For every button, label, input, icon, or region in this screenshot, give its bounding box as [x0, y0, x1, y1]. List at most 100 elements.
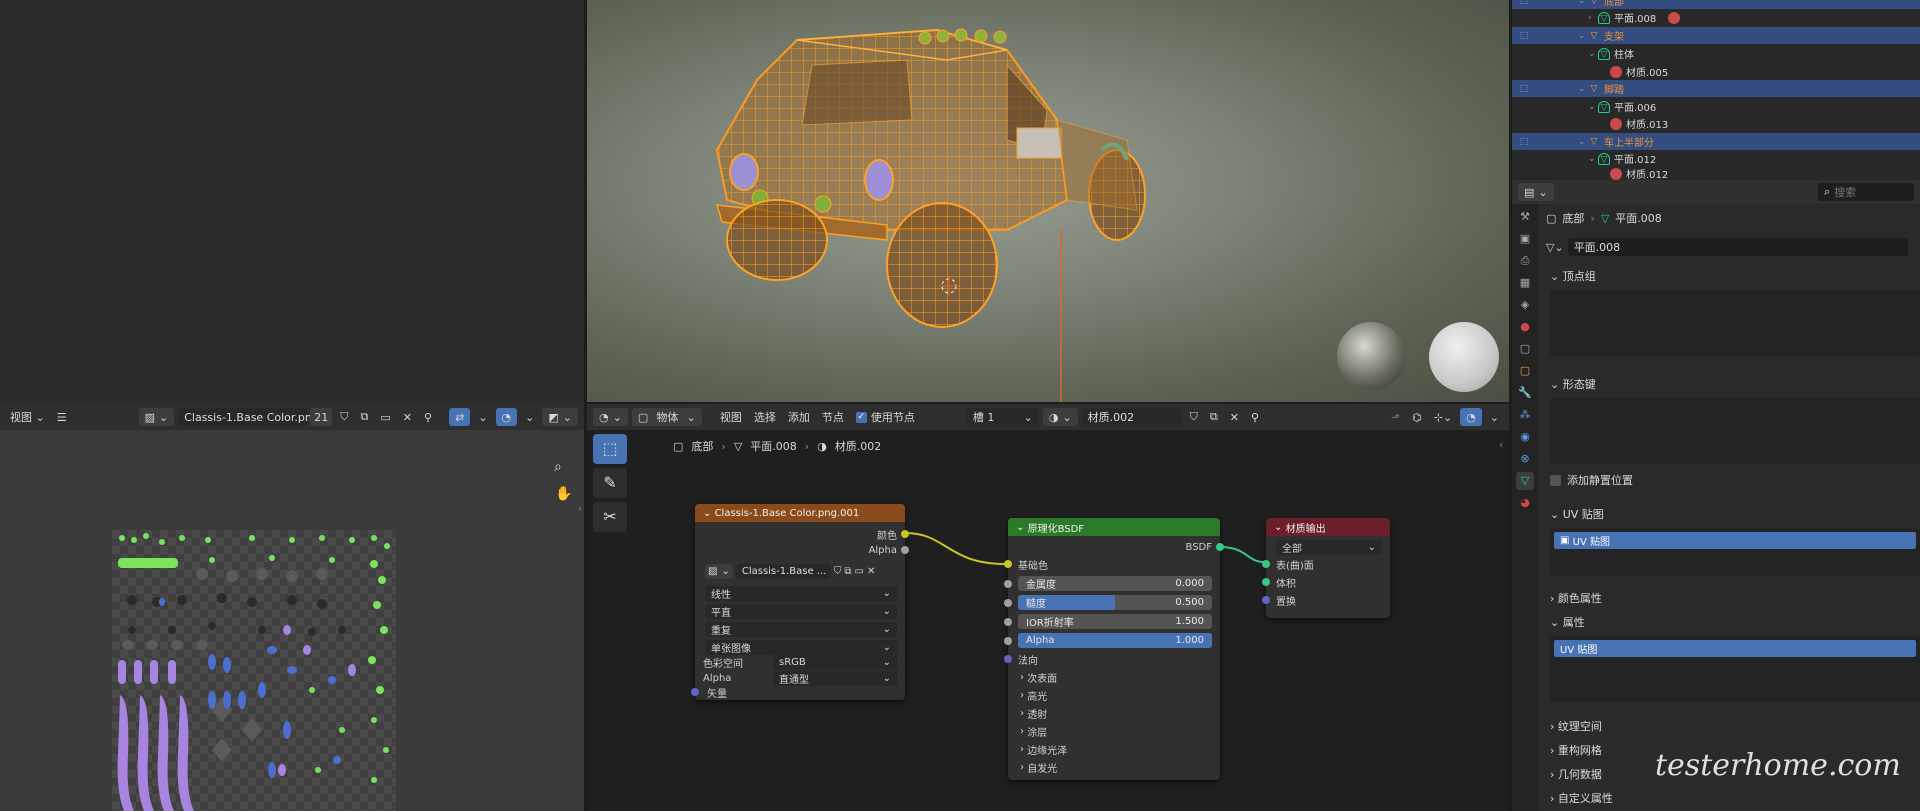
subpanel-specular[interactable]: › 高光 — [1008, 687, 1220, 703]
mesh-icon[interactable]: ▽⌄ — [1546, 241, 1564, 254]
panel-color-attributes[interactable]: › 颜色属性 — [1542, 588, 1920, 608]
outliner-row[interactable]: ⬚ ⌄ ▽ 车上半部分 — [1512, 133, 1920, 150]
chevron-down-icon[interactable]: ⌄ — [474, 411, 491, 424]
add-rest-position-row[interactable]: 添加静置位置 — [1550, 472, 1633, 488]
editor-type-button[interactable]: ▤ ⌄ — [1518, 183, 1554, 201]
view-menu[interactable]: 视图 ⌄ — [6, 409, 49, 425]
panel-texture-space[interactable]: › 纹理空间 — [1542, 716, 1920, 736]
image-name-field[interactable]: Classis-1.Base Color.png — [178, 408, 319, 426]
checkbox[interactable] — [1550, 474, 1561, 486]
hand-pan-icon[interactable]: ✋ — [555, 486, 572, 502]
uv-maps-list[interactable]: ▣ UV 贴图 — [1550, 528, 1920, 576]
outliner-row[interactable]: 材质.012 — [1512, 167, 1920, 180]
principled-bsdf-node[interactable]: ⌄ 原理化BSDF BSDF 基础色 金属度 0.000 糙度 0.500 IOR折… — [1004, 518, 1224, 780]
panel-shape-keys[interactable]: ⌄ 形态键 — [1542, 374, 1920, 394]
attribute-item[interactable]: UV 贴图 — [1554, 640, 1916, 657]
chevron-down-icon[interactable]: ⌄ — [1578, 0, 1588, 6]
folder-icon[interactable]: ▭ — [376, 411, 394, 424]
3d-viewport[interactable] — [587, 0, 1509, 402]
render-tab-icon[interactable]: ▣ — [1516, 230, 1534, 248]
outliner-row[interactable]: ⌄ ▽ 柱体 — [1512, 45, 1920, 62]
projection-dropdown[interactable]: 平直 ⌄ — [705, 604, 897, 619]
outliner-row[interactable]: ⬚ ⌄ ▽ 底部 — [1512, 0, 1920, 9]
mesh-data-tab-icon[interactable]: ▽ — [1516, 472, 1534, 490]
extension-dropdown[interactable]: 重复 ⌄ — [705, 622, 897, 637]
colorspace-dropdown[interactable]: sRGB ⌄ — [773, 655, 897, 670]
world-tab-icon[interactable]: ● — [1516, 318, 1534, 336]
chevron-down-icon[interactable]: ⌄ — [1588, 49, 1598, 59]
shield-icon[interactable]: ⛉ — [336, 410, 352, 424]
uv-image-editor[interactable]: 视图 ⌄ ☰ ▨ ⌄ Classis-1.Base Color.png 21 ⛉ … — [0, 404, 584, 811]
interpolation-dropdown[interactable]: 线性 ⌄ — [705, 586, 897, 601]
image-name-field[interactable]: Classis-1.Base ... — [735, 564, 831, 579]
roughness-slider[interactable]: 糙度 0.500 — [1018, 595, 1212, 610]
image-texture-node[interactable]: ⌄ Classis-1.Base Color.png.001 颜色 Alpha … — [691, 504, 909, 700]
color-socket[interactable] — [901, 530, 909, 538]
particles-tab-icon[interactable]: ⁂ — [1516, 406, 1534, 424]
alpha-socket[interactable] — [1004, 637, 1012, 645]
chevron-down-icon[interactable]: ⌄ — [1588, 154, 1598, 164]
panel-attributes[interactable]: ⌄ 属性 — [1542, 612, 1920, 632]
chevron-down-icon[interactable]: ⌄ — [1578, 137, 1588, 147]
constraints-tab-icon[interactable]: ⊗ — [1516, 450, 1534, 468]
metallic-socket[interactable] — [1004, 580, 1012, 588]
node-header[interactable]: ⌄ Classis-1.Base Color.png.001 — [695, 504, 905, 522]
subpanel-sheen[interactable]: › 边缘光泽 — [1008, 741, 1220, 757]
uv-map-item[interactable]: ▣ UV 贴图 — [1554, 532, 1916, 549]
outliner[interactable]: ⬚ ⌄ ▽ 底部 › ▽ 平面.008 ⬚ ⌄ ▽ 支架 ⌄ ▽ 柱体 材质.0… — [1512, 0, 1920, 180]
image-browse-button[interactable]: ▨ ⌄ — [138, 408, 175, 426]
surface-socket[interactable] — [1262, 560, 1270, 568]
close-icon[interactable]: ✕ — [867, 566, 875, 577]
outliner-row[interactable]: ⬚ ⌄ ▽ 脚踏 — [1512, 80, 1920, 97]
close-icon[interactable]: ✕ — [399, 411, 416, 424]
node-header[interactable]: ⌄ 原理化BSDF — [1008, 518, 1220, 536]
volume-socket[interactable] — [1262, 578, 1270, 586]
sync-selection-button[interactable]: ⇄ — [449, 408, 471, 426]
attributes-list[interactable]: UV 贴图 — [1550, 636, 1920, 702]
folder-icon[interactable]: ▭ — [854, 566, 863, 577]
duplicate-icon[interactable]: ⧉ — [844, 566, 851, 577]
duplicate-icon[interactable]: ⧉ — [356, 410, 372, 424]
sidebar-toggle-icon[interactable]: ‹ — [578, 504, 582, 514]
bsdf-output-socket[interactable] — [1216, 543, 1224, 551]
outliner-row[interactable]: › ▽ 平面.008 — [1512, 9, 1920, 26]
shape-keys-list[interactable] — [1550, 398, 1920, 464]
user-count[interactable]: 21 — [310, 408, 333, 426]
outliner-row[interactable]: 材质.013 — [1512, 115, 1920, 132]
chevron-down-icon[interactable]: ⌄ — [521, 411, 538, 424]
search-input[interactable]: ⌕ 搜索 — [1818, 183, 1914, 201]
target-dropdown[interactable]: 全部 ⌄ — [1276, 540, 1382, 555]
panel-uv-maps[interactable]: ⌄ UV 贴图 — [1542, 504, 1920, 524]
object-tab-icon[interactable]: ▢ — [1516, 362, 1534, 380]
panel-vertex-groups[interactable]: ⌄ 顶点组 — [1542, 266, 1920, 286]
base-color-socket[interactable] — [1004, 560, 1012, 568]
zoom-icon[interactable]: ⌕ — [554, 459, 562, 475]
physics-tab-icon[interactable]: ◉ — [1516, 428, 1534, 446]
properties-editor[interactable]: ▤ ⌄ ⌕ 搜索 ⚒ ▣ ⎙ ▦ ◈ ● ▢ ▢ 🔧 ⁂ ◉ ⊗ ▽ ◕ ▢ 底部… — [1512, 180, 1920, 811]
alpha-socket[interactable] — [901, 546, 909, 554]
material-tab-icon[interactable]: ◕ — [1516, 494, 1534, 512]
subpanel-transmission[interactable]: › 透射 — [1008, 705, 1220, 721]
normal-socket[interactable] — [1004, 655, 1012, 663]
overlay-button[interactable]: ◔ — [495, 408, 518, 426]
scene-tab-icon[interactable]: ◈ — [1516, 296, 1534, 314]
outliner-row[interactable]: ⌄ ▽ 平面.012 — [1512, 150, 1920, 167]
shader-node-editor[interactable]: ◔ ⌄ ▢ 物体 ⌄ 视图 选择 添加 节点 ✓ 使用节点 槽 1 ⌄ ◑ ⌄ 材质.00… — [587, 404, 1509, 811]
collection-tab-icon[interactable]: ▢ — [1516, 340, 1534, 358]
chevron-down-icon[interactable]: ⌄ — [1588, 102, 1598, 112]
metallic-slider[interactable]: 金属度 0.000 — [1018, 576, 1212, 591]
mesh-name-field[interactable]: 平面.008 — [1567, 238, 1908, 256]
displacement-socket[interactable] — [1262, 596, 1270, 604]
chevron-down-icon[interactable]: ⌄ — [1578, 31, 1588, 41]
output-tab-icon[interactable]: ⎙ — [1516, 252, 1534, 270]
pin-icon[interactable]: ⚲ — [420, 411, 436, 424]
shield-icon[interactable]: ⛉ — [834, 566, 842, 577]
tool-tab-icon[interactable]: ⚒ — [1516, 208, 1534, 226]
material-output-node[interactable]: ⌄ 材质输出 全部 ⌄ 表(曲)面 体积 置换 — [1262, 518, 1390, 618]
ior-socket[interactable] — [1004, 618, 1012, 626]
modifier-tab-icon[interactable]: 🔧 — [1516, 384, 1534, 402]
subpanel-emission[interactable]: › 自发光 — [1008, 759, 1220, 775]
image-browse-button[interactable]: ▨ ⌄ — [705, 564, 733, 579]
ior-slider[interactable]: IOR折射率 1.500 — [1018, 614, 1212, 629]
vertex-groups-list[interactable] — [1550, 290, 1920, 356]
